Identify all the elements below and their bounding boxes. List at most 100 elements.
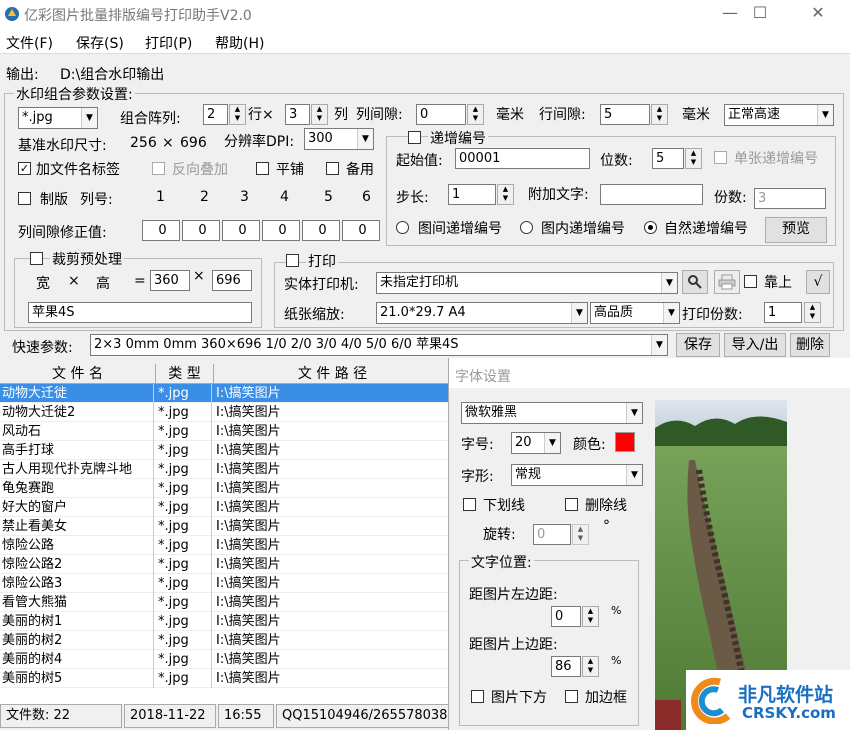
- gap-fix-1[interactable]: 0: [142, 220, 180, 241]
- rows-input[interactable]: 2: [203, 104, 228, 125]
- speed-select[interactable]: 正常高速 ▼: [724, 104, 834, 126]
- colgap-input[interactable]: 0: [416, 104, 466, 125]
- tile-checkbox[interactable]: [256, 162, 269, 175]
- table-row[interactable]: 惊险公路2 *.jpg I:\搞笑图片: [0, 555, 452, 574]
- crop-width-input[interactable]: 360: [150, 270, 190, 291]
- crop-height-input[interactable]: 696: [212, 270, 252, 291]
- table-row[interactable]: 惊险公路 *.jpg I:\搞笑图片: [0, 536, 452, 555]
- backup-checkbox[interactable]: [326, 162, 339, 175]
- top-pct-label: %: [611, 654, 622, 667]
- rotate-input[interactable]: 0: [533, 524, 571, 545]
- font-color-swatch[interactable]: [615, 432, 635, 452]
- menu-print[interactable]: 打印(P): [145, 33, 192, 53]
- col-header-path[interactable]: 文 件 路 径: [214, 364, 452, 384]
- crop-checkbox[interactable]: [30, 252, 43, 265]
- paper-select[interactable]: 21.0*29.7 A4 ▼: [376, 302, 588, 324]
- top-margin-input[interactable]: 86: [551, 656, 581, 677]
- quick-value: 2×3 0mm 0mm 360×696 1/0 2/0 3/0 4/0 5/0 …: [94, 337, 459, 352]
- digits-label: 位数:: [600, 153, 633, 169]
- close-button[interactable]: ✕: [798, 4, 838, 24]
- col-header-type[interactable]: 类 型: [156, 364, 214, 384]
- print-checkbox[interactable]: [286, 254, 299, 267]
- confirm-button[interactable]: √: [806, 270, 830, 294]
- quick-save-button[interactable]: 保存: [676, 333, 720, 357]
- menu-save[interactable]: 保存(S): [76, 33, 124, 53]
- underline-checkbox[interactable]: [463, 498, 476, 511]
- table-row[interactable]: 禁止看美女 *.jpg I:\搞笑图片: [0, 517, 452, 536]
- step-input[interactable]: 1: [448, 184, 496, 205]
- increment-checkbox[interactable]: [408, 131, 421, 144]
- single-checkbox[interactable]: [714, 151, 727, 164]
- start-input[interactable]: 00001: [455, 148, 590, 169]
- strike-label: 删除线: [585, 498, 627, 514]
- gap-fix-4[interactable]: 0: [262, 220, 300, 241]
- print-copies-spinner[interactable]: ▲ ▼: [804, 302, 821, 323]
- gap-fix-6[interactable]: 0: [342, 220, 380, 241]
- overlay-checkbox[interactable]: [152, 162, 165, 175]
- make-plate-checkbox[interactable]: [18, 192, 31, 205]
- print-quality-select[interactable]: 高品质 ▼: [590, 302, 680, 324]
- chevron-down-icon: ▼: [663, 303, 679, 323]
- table-row[interactable]: 好大的窗户 *.jpg I:\搞笑图片: [0, 498, 452, 517]
- rows-spinner[interactable]: ▲ ▼: [229, 104, 246, 125]
- mode1-radio[interactable]: [396, 221, 409, 234]
- font-family-select[interactable]: 微软雅黑 ▼: [461, 402, 643, 424]
- rotate-spinner[interactable]: ▲ ▼: [572, 524, 589, 545]
- table-row[interactable]: 美丽的树5 *.jpg I:\搞笑图片: [0, 669, 452, 688]
- left-margin-spinner[interactable]: ▲ ▼: [582, 606, 599, 627]
- colgap-spinner[interactable]: ▲ ▼: [467, 104, 484, 125]
- table-row[interactable]: 古人用现代扑克牌斗地 *.jpg I:\搞笑图片: [0, 460, 452, 479]
- table-row[interactable]: 美丽的树1 *.jpg I:\搞笑图片: [0, 612, 452, 631]
- digits-spinner[interactable]: ▲ ▼: [685, 148, 702, 169]
- font-style-select[interactable]: 常规 ▼: [511, 464, 643, 486]
- quick-import-button[interactable]: 导入/出: [724, 333, 786, 357]
- table-row[interactable]: 看管大熊猫 *.jpg I:\搞笑图片: [0, 593, 452, 612]
- tile-label: 平铺: [276, 162, 304, 178]
- table-row[interactable]: 高手打球 *.jpg I:\搞笑图片: [0, 441, 452, 460]
- copies-input[interactable]: 3: [754, 188, 826, 209]
- gap-fix-5[interactable]: 0: [302, 220, 340, 241]
- table-row[interactable]: 美丽的树2 *.jpg I:\搞笑图片: [0, 631, 452, 650]
- table-row[interactable]: 动物大迁徙2 *.jpg I:\搞笑图片: [0, 403, 452, 422]
- gap-fix-3[interactable]: 0: [222, 220, 260, 241]
- cols-spinner[interactable]: ▲ ▼: [311, 104, 328, 125]
- rowgap-spinner[interactable]: ▲ ▼: [651, 104, 668, 125]
- ext-select[interactable]: *.jpg ▼: [18, 107, 98, 129]
- font-size-select[interactable]: 20 ▼: [511, 432, 561, 454]
- printer-select[interactable]: 未指定打印机 ▼: [376, 272, 678, 294]
- menu-help[interactable]: 帮助(H): [215, 33, 264, 53]
- table-row[interactable]: 龟兔赛跑 *.jpg I:\搞笑图片: [0, 479, 452, 498]
- menu-file[interactable]: 文件(F): [6, 33, 53, 53]
- cols-input[interactable]: 3: [285, 104, 310, 125]
- left-margin-input[interactable]: 0: [551, 606, 581, 627]
- table-row[interactable]: 动物大迁徙 *.jpg I:\搞笑图片: [0, 384, 452, 403]
- digits-input[interactable]: 5: [652, 148, 684, 169]
- gap-fix-2[interactable]: 0: [182, 220, 220, 241]
- table-row[interactable]: 惊险公路3 *.jpg I:\搞笑图片: [0, 574, 452, 593]
- top-checkbox[interactable]: [744, 275, 757, 288]
- print-quality-value: 高品质: [594, 305, 634, 320]
- dpi-select[interactable]: 300 ▼: [304, 128, 374, 150]
- below-checkbox[interactable]: [471, 690, 484, 703]
- maximize-button[interactable]: ☐: [740, 4, 780, 24]
- add-filename-checkbox[interactable]: ✓: [18, 162, 31, 175]
- crop-preset-input[interactable]: 苹果4S: [28, 302, 252, 323]
- top-margin-spinner[interactable]: ▲ ▼: [582, 656, 599, 677]
- step-spinner[interactable]: ▲ ▼: [497, 184, 514, 205]
- append-input[interactable]: [600, 184, 703, 205]
- print-copies-input[interactable]: 1: [764, 302, 802, 323]
- quick-delete-button[interactable]: 删除: [790, 333, 830, 357]
- rowgap-input[interactable]: 5: [600, 104, 650, 125]
- table-row[interactable]: 美丽的树4 *.jpg I:\搞笑图片: [0, 650, 452, 669]
- text-position-title: 文字位置:: [469, 552, 534, 572]
- search-printer-button[interactable]: [682, 270, 708, 294]
- mode3-radio[interactable]: [644, 221, 657, 234]
- mode2-radio[interactable]: [520, 221, 533, 234]
- table-row[interactable]: 风动石 *.jpg I:\搞笑图片: [0, 422, 452, 441]
- strike-checkbox[interactable]: [565, 498, 578, 511]
- printer-button[interactable]: [714, 270, 740, 294]
- col-header-name[interactable]: 文 件 名: [0, 364, 156, 384]
- preview-button[interactable]: 预览: [765, 217, 827, 243]
- quick-select[interactable]: 2×3 0mm 0mm 360×696 1/0 2/0 3/0 4/0 5/0 …: [90, 334, 668, 356]
- border-checkbox[interactable]: [565, 690, 578, 703]
